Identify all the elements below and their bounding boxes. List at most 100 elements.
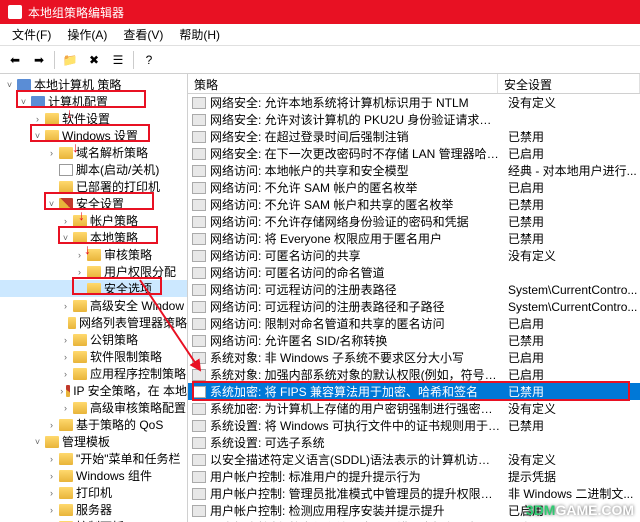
list-row[interactable]: 网络访问: 将 Everyone 权限应用于匿名用户已禁用 [188, 230, 640, 247]
expand-icon[interactable]: ˅ [32, 130, 43, 141]
expand-icon[interactable]: › [74, 266, 85, 277]
doc-icon [59, 164, 73, 176]
expand-icon[interactable]: ˅ [60, 232, 71, 243]
tree-pane[interactable]: ˅本地计算机 策略˅计算机配置›软件设置˅Windows 设置›域名解析策略脚本… [0, 74, 188, 522]
tree-item[interactable]: ›域名解析策略 [0, 144, 187, 161]
expand-icon[interactable]: › [46, 487, 57, 498]
security-setting: 已禁用 [502, 213, 640, 230]
expand-icon[interactable]: › [60, 368, 71, 379]
expand-icon[interactable]: › [32, 113, 43, 124]
tree-item[interactable]: ›软件设置 [0, 110, 187, 127]
tree-item[interactable]: ›控制面板 [0, 518, 187, 522]
tree-item[interactable]: 安全选项 [0, 280, 187, 297]
list-row[interactable]: 网络安全: 在下一次更改密码时不存储 LAN 管理器哈希值已启用 [188, 145, 640, 162]
list-row[interactable]: 网络安全: 允许对该计算机的 PKU2U 身份验证请求使用联... [188, 111, 640, 128]
tree-item[interactable]: 已部署的打印机 [0, 178, 187, 195]
tree-item[interactable]: ˅本地计算机 策略 [0, 76, 187, 93]
expand-icon[interactable]: ˅ [46, 198, 57, 209]
expand-icon[interactable]: › [74, 249, 85, 260]
expand-icon[interactable]: › [46, 470, 57, 481]
shield-icon [59, 198, 73, 210]
expand-icon[interactable] [46, 164, 57, 175]
list-row[interactable]: 网络访问: 可匿名访问的命名管道 [188, 264, 640, 281]
tree-item[interactable]: ›公钥策略 [0, 331, 187, 348]
list-row[interactable]: 网络访问: 不允许 SAM 帐户和共享的匿名枚举已禁用 [188, 196, 640, 213]
security-setting: 没有定义 [502, 94, 640, 111]
expand-icon[interactable] [74, 283, 85, 294]
tree-item[interactable]: ›审核策略 [0, 246, 187, 263]
tree-item[interactable]: ˅Windows 设置 [0, 127, 187, 144]
list-row[interactable]: 网络访问: 不允许存储网络身份验证的密码和凭据已禁用 [188, 213, 640, 230]
tree-item[interactable]: ›应用程序控制策略 [0, 365, 187, 382]
expand-icon[interactable]: › [60, 300, 71, 311]
delete-button[interactable]: ✖ [83, 49, 105, 71]
expand-icon[interactable] [46, 181, 57, 192]
expand-icon[interactable] [60, 317, 66, 328]
tree-item[interactable]: ›打印机 [0, 484, 187, 501]
menu-help[interactable]: 帮助(H) [171, 26, 228, 43]
list-row[interactable]: 网络访问: 不允许 SAM 帐户的匿名枚举已启用 [188, 179, 640, 196]
tree-item[interactable]: 网络列表管理器策略 [0, 314, 187, 331]
list-row[interactable]: 以安全描述符定义语言(SDDL)语法表示的计算机访问限制没有定义 [188, 451, 640, 468]
expand-icon[interactable]: › [60, 215, 71, 226]
tree-item[interactable]: ›高级审核策略配置 [0, 399, 187, 416]
list-row[interactable]: 网络安全: 在超过登录时间后强制注销已禁用 [188, 128, 640, 145]
tree-item[interactable]: 脚本(启动/关机) [0, 161, 187, 178]
tree-item[interactable]: ›用户权限分配 [0, 263, 187, 280]
folder-button[interactable]: 📁 [59, 49, 81, 71]
expand-icon[interactable]: ˅ [32, 436, 43, 447]
menubar: 文件(F) 操作(A) 查看(V) 帮助(H) [0, 24, 640, 46]
list-row[interactable]: 系统对象: 加强内部系统对象的默认权限(例如，符号链接)已启用 [188, 366, 640, 383]
help-button[interactable]: ? [138, 49, 160, 71]
expand-icon[interactable]: ˅ [18, 96, 29, 107]
tree-item[interactable]: ›Windows 组件 [0, 467, 187, 484]
expand-icon[interactable]: › [60, 385, 64, 396]
expand-icon[interactable]: › [46, 419, 57, 430]
properties-button[interactable]: ☰ [107, 49, 129, 71]
tree-item[interactable]: ˅安全设置 [0, 195, 187, 212]
list-row[interactable]: 网络访问: 允许匿名 SID/名称转换已禁用 [188, 332, 640, 349]
expand-icon[interactable]: › [46, 147, 57, 158]
col-policy[interactable]: 策略 [188, 74, 498, 93]
expand-icon[interactable]: › [46, 504, 57, 515]
tree-item[interactable]: ›服务器 [0, 501, 187, 518]
policy-icon [192, 403, 206, 415]
list-row[interactable]: 系统设置: 将 Windows 可执行文件中的证书规则用于软件...已禁用 [188, 417, 640, 434]
expand-icon[interactable]: ˅ [4, 79, 15, 90]
list-row[interactable]: 系统对象: 非 Windows 子系统不要求区分大小写已启用 [188, 349, 640, 366]
list-row[interactable]: 系统加密: 为计算机上存储的用户密钥强制进行强密钥保护没有定义 [188, 400, 640, 417]
tree-item[interactable]: ›高级安全 Window [0, 297, 187, 314]
tree-item[interactable]: ˅管理模板 [0, 433, 187, 450]
list-row[interactable]: 系统加密: 将 FIPS 兼容算法用于加密、哈希和签名已禁用 [188, 383, 640, 400]
list-row[interactable]: 系统设置: 可选子系统 [188, 434, 640, 451]
tree-item[interactable]: ˅本地策略 [0, 229, 187, 246]
tree-item[interactable]: ›帐户策略 [0, 212, 187, 229]
tree-item[interactable]: ›IP 安全策略，在 本地 [0, 382, 187, 399]
col-security[interactable]: 安全设置 [498, 74, 640, 93]
policy-icon [192, 505, 206, 517]
menu-action[interactable]: 操作(A) [59, 26, 115, 43]
expand-icon[interactable]: › [60, 402, 71, 413]
security-setting: 已禁用 [502, 417, 640, 434]
policy-name: 系统对象: 非 Windows 子系统不要求区分大小写 [210, 349, 502, 366]
list-row[interactable]: 网络访问: 可匿名访问的共享没有定义 [188, 247, 640, 264]
tree-item[interactable]: ›软件限制策略 [0, 348, 187, 365]
menu-file[interactable]: 文件(F) [4, 26, 59, 43]
list-row[interactable]: 网络访问: 限制对命名管道和共享的匿名访问已启用 [188, 315, 640, 332]
tree-item[interactable]: ˅计算机配置 [0, 93, 187, 110]
list-body[interactable]: 网络安全: 允许本地系统将计算机标识用于 NTLM没有定义网络安全: 允许对该计… [188, 94, 640, 522]
list-row[interactable]: 用户帐户控制: 标准用户的提升提示行为提示凭据 [188, 468, 640, 485]
tree-item[interactable]: ›"开始"菜单和任务栏 [0, 450, 187, 467]
expand-icon[interactable]: › [46, 453, 57, 464]
expand-icon[interactable]: › [60, 334, 71, 345]
expand-icon[interactable]: › [60, 351, 71, 362]
tree-item[interactable]: ›基于策略的 QoS [0, 416, 187, 433]
forward-button[interactable]: ➡ [28, 49, 50, 71]
list-row[interactable]: 网络访问: 可远程访问的注册表路径和子路径System\CurrentContr… [188, 298, 640, 315]
back-button[interactable]: ⬅ [4, 49, 26, 71]
menu-view[interactable]: 查看(V) [115, 26, 171, 43]
list-row[interactable]: 网络安全: 允许本地系统将计算机标识用于 NTLM没有定义 [188, 94, 640, 111]
list-row[interactable]: 用户帐户控制: 管理员批准模式中管理员的提升权限提示的...非 Windows … [188, 485, 640, 502]
list-row[interactable]: 网络访问: 可远程访问的注册表路径System\CurrentContro... [188, 281, 640, 298]
list-row[interactable]: 网络访问: 本地帐户的共享和安全模型经典 - 对本地用户进行... [188, 162, 640, 179]
